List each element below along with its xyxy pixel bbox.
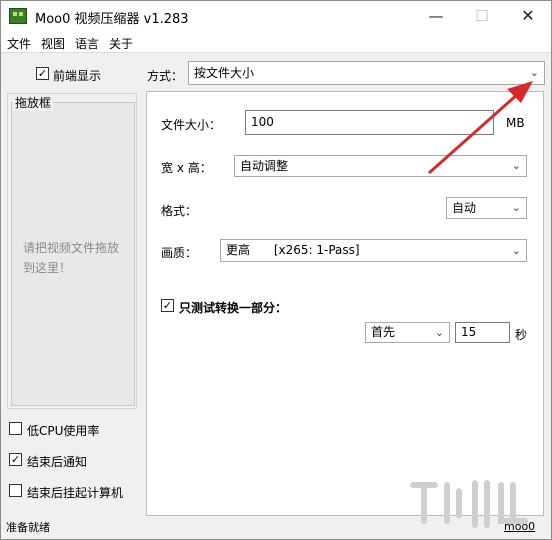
quality-select[interactable]: 更高 [x265: 1-Pass] ⌄ xyxy=(220,239,527,262)
app-logo-icon xyxy=(9,8,27,24)
menu-language[interactable]: 语言 xyxy=(75,35,99,52)
menu-bar: 文件 视图 语言 关于 xyxy=(1,33,551,53)
drop-zone-hint: 请把视频文件拖放到这里！ xyxy=(23,241,120,275)
minimize-button[interactable]: — xyxy=(413,1,459,31)
dimensions-label: 宽 x 高： xyxy=(161,161,212,175)
suspend-after-checkbox[interactable] xyxy=(9,484,22,497)
dimensions-select-value: 自动调整 xyxy=(240,159,289,173)
close-button[interactable]: ✕ xyxy=(505,1,551,31)
segment-seconds-input[interactable]: 15 xyxy=(455,322,510,343)
drop-zone-title: 拖放框 xyxy=(13,94,54,111)
menu-file[interactable]: 文件 xyxy=(7,35,31,52)
maximize-button[interactable]: ☐ xyxy=(459,1,505,31)
menu-about[interactable]: 关于 xyxy=(109,35,133,52)
mode-label: 方式： xyxy=(147,69,184,83)
format-select-value: 自动 xyxy=(452,201,477,215)
partial-test-label: 只测试转换一部分： xyxy=(179,301,288,315)
segment-position-value: 首先 xyxy=(371,325,396,339)
quality-label: 画质： xyxy=(161,246,198,260)
annotation-arrow xyxy=(428,81,533,175)
segment-position-select[interactable]: 首先 ⌄ xyxy=(365,322,450,343)
window-title: Moo0 视频压缩器 v1.283 xyxy=(35,12,189,27)
notify-done-checkbox[interactable]: ✓ xyxy=(9,453,22,466)
quality-select-detail: [x265: 1-Pass] xyxy=(273,243,360,257)
chevron-down-icon: ⌄ xyxy=(511,201,521,214)
mode-select-value: 按文件大小 xyxy=(194,66,255,80)
quality-select-value: 更高 xyxy=(226,243,251,257)
suspend-after-label: 结束后挂起计算机 xyxy=(27,486,124,500)
status-text: 准备就绪 xyxy=(6,521,50,534)
segment-seconds-unit: 秒 xyxy=(515,328,528,342)
format-select[interactable]: 自动 ⌄ xyxy=(446,197,527,219)
menu-view[interactable]: 视图 xyxy=(41,35,65,52)
always-on-top-checkbox[interactable]: ✓ xyxy=(36,67,49,80)
format-label: 格式： xyxy=(161,204,198,218)
app-window: Moo0 视频压缩器 v1.283 — ☐ ✕ 文件 视图 语言 关于 ✓ 前端… xyxy=(0,0,552,540)
title-bar: Moo0 视频压缩器 v1.283 — ☐ ✕ xyxy=(1,1,551,33)
chevron-down-icon: ⌄ xyxy=(511,244,521,257)
low-cpu-label: 低CPU使用率 xyxy=(27,424,100,438)
chevron-down-icon: ⌄ xyxy=(434,326,444,339)
watermark-logo xyxy=(410,480,528,528)
always-on-top-label: 前端显示 xyxy=(53,69,102,83)
low-cpu-checkbox[interactable] xyxy=(9,422,22,435)
partial-test-checkbox[interactable]: ✓ xyxy=(161,299,174,312)
file-size-label: 文件大小： xyxy=(161,118,222,132)
notify-done-label: 结束后通知 xyxy=(27,455,88,469)
